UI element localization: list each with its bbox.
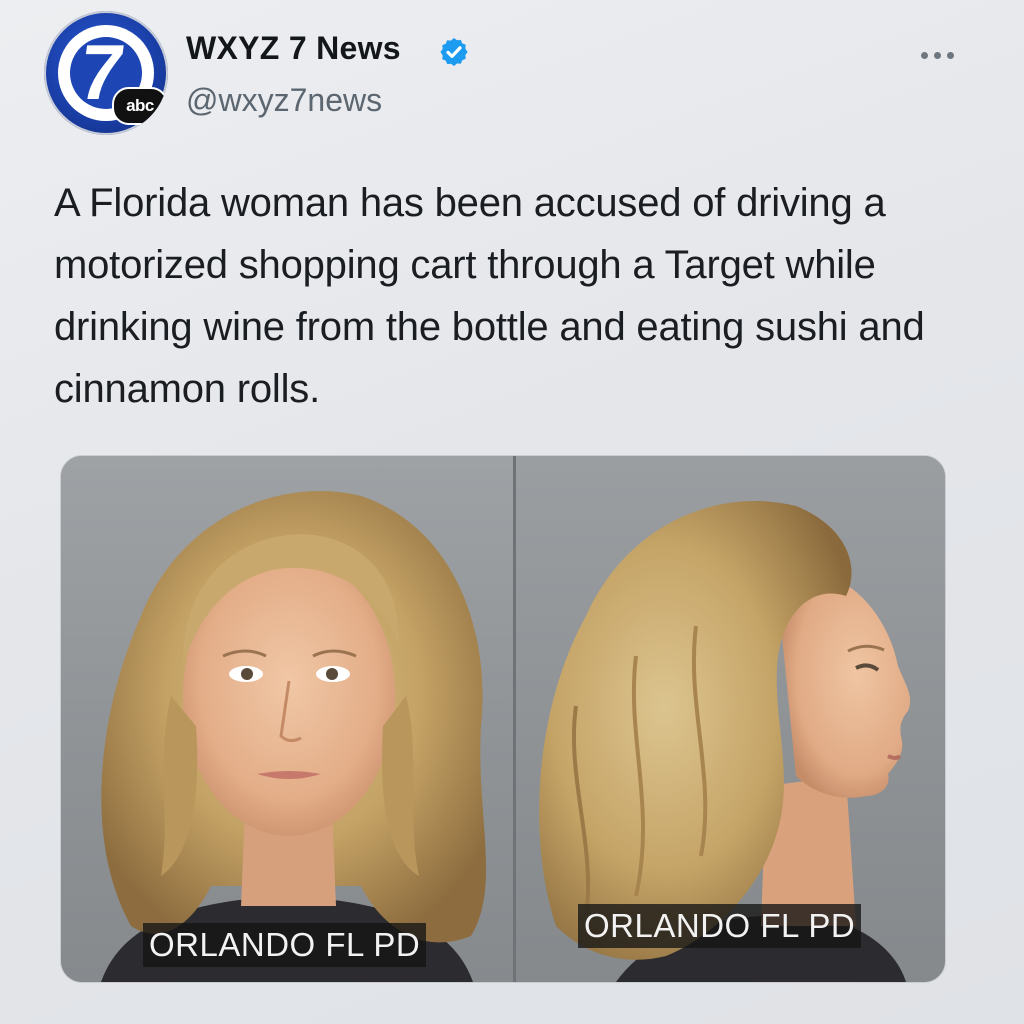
more-options-dot — [946, 51, 954, 59]
account-display-name[interactable]: WXYZ 7 News — [186, 30, 401, 67]
mugshot-front-illustration — [101, 491, 487, 982]
tweet-text: A Florida woman has been accused of driv… — [54, 181, 925, 411]
verified-badge-icon — [440, 38, 468, 66]
mugshot-profile-photo[interactable]: ORLANDO FL PD — [516, 456, 945, 982]
photo-caption: ORLANDO FL PD — [578, 904, 862, 948]
photo-caption: ORLANDO FL PD — [143, 923, 427, 967]
tweet-media[interactable]: ORLANDO FL PD ORLANDO FL PD — [60, 455, 946, 983]
more-options-dot — [920, 51, 928, 59]
avatar-logo-badge: abc — [112, 87, 168, 125]
account-avatar[interactable]: 7 abc — [44, 11, 168, 135]
more-options-icon[interactable] — [910, 40, 964, 70]
tweet-card: 7 abc WXYZ 7 News @wxyz7news A Florida w… — [0, 0, 1024, 1024]
account-handle[interactable]: @wxyz7news — [186, 82, 382, 119]
mugshot-front-photo[interactable]: ORLANDO FL PD — [61, 456, 513, 982]
more-options-dot — [933, 51, 941, 59]
